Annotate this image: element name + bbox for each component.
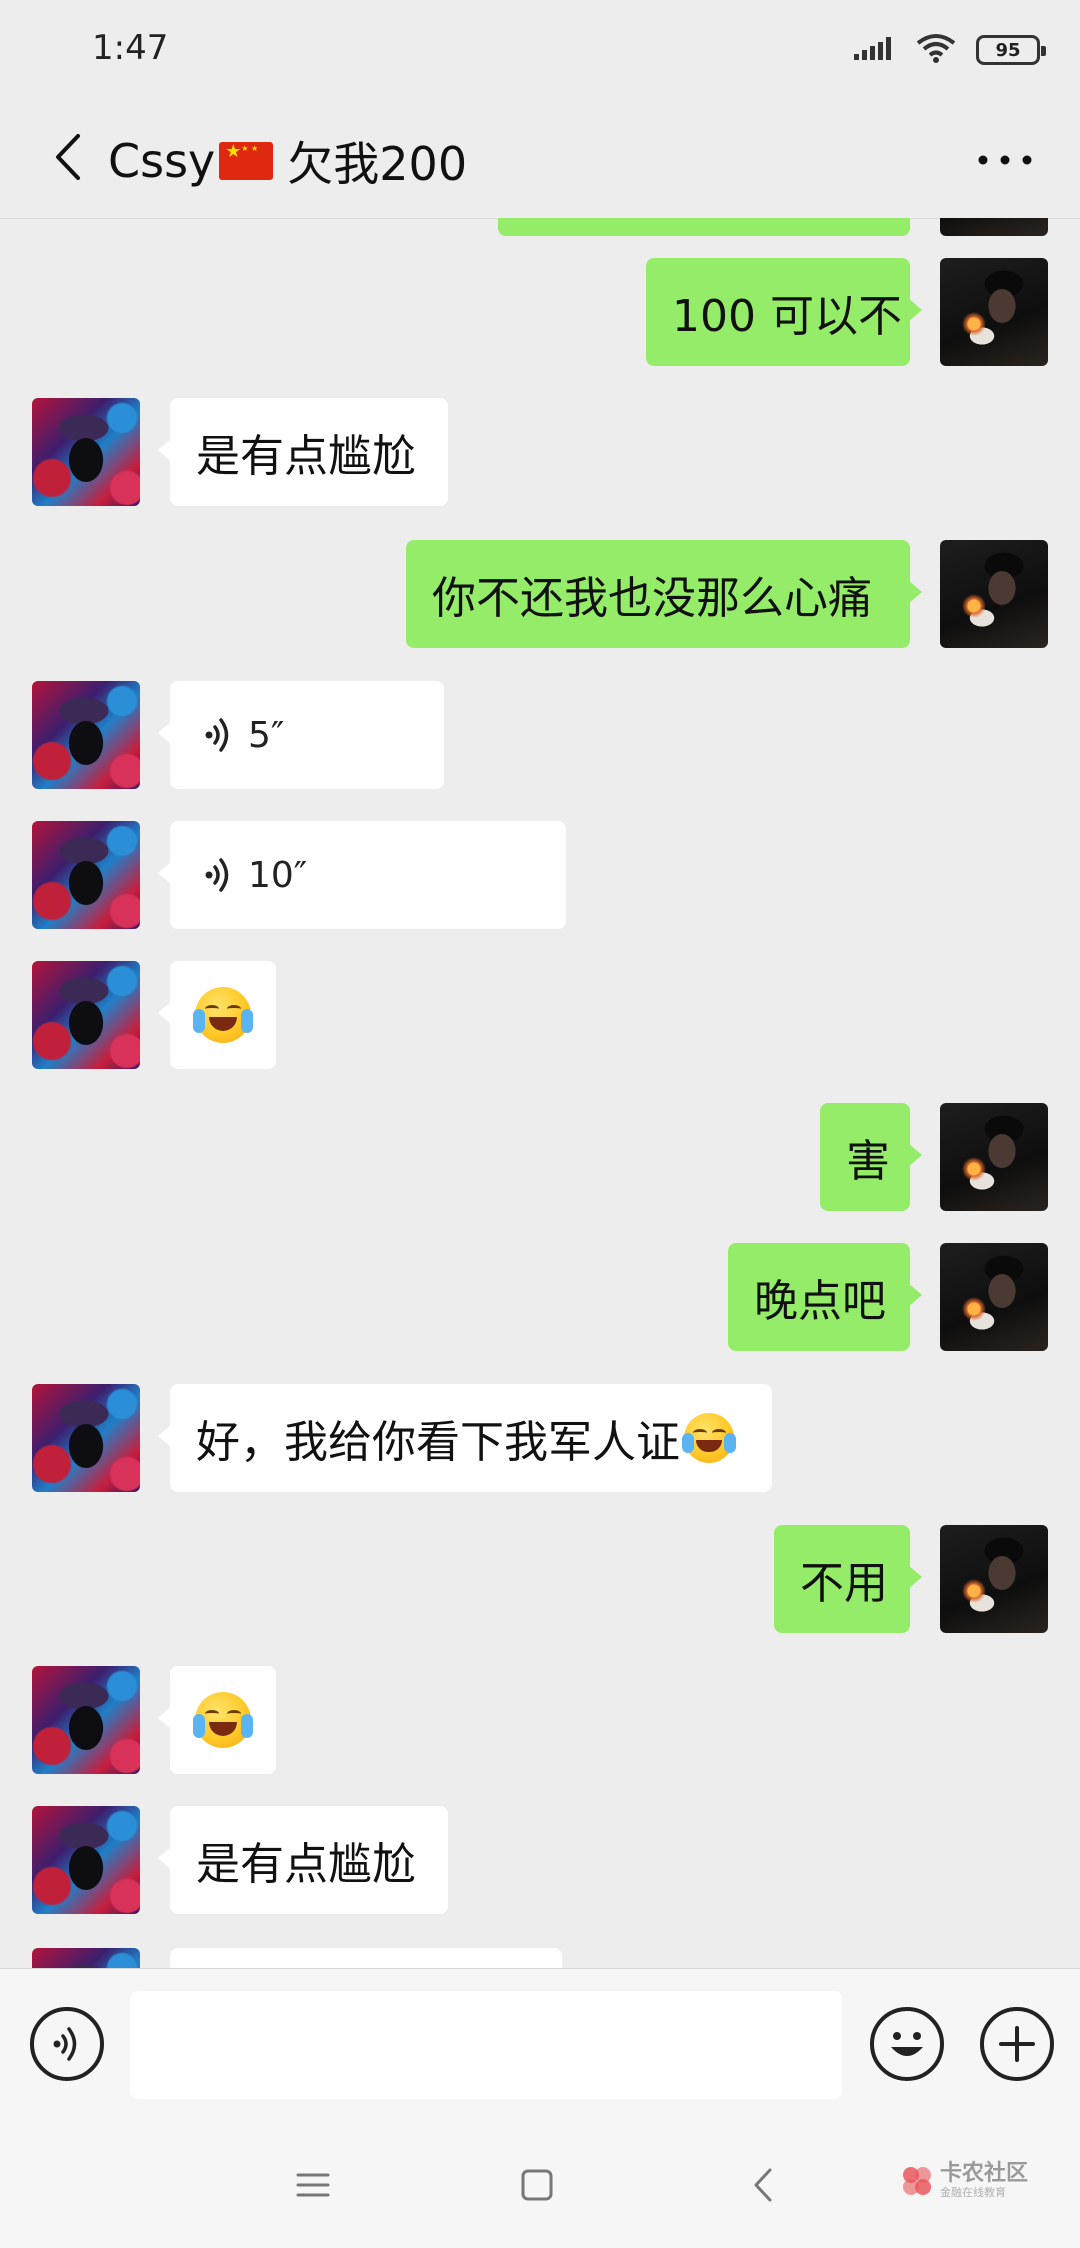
message-input[interactable] xyxy=(130,1991,842,2099)
nav-back-button[interactable] xyxy=(738,2160,788,2210)
smiley-icon xyxy=(891,2032,923,2056)
message-bubble[interactable] xyxy=(158,961,276,1069)
contact-avatar[interactable] xyxy=(32,961,140,1069)
message-bubble[interactable]: 害 xyxy=(820,1103,922,1211)
contact-avatar[interactable] xyxy=(32,398,140,506)
message-bubble[interactable]: 好，我给你看下我军人证 xyxy=(158,1384,772,1492)
voice-duration: 10″ xyxy=(248,854,308,896)
contact-avatar[interactable] xyxy=(32,821,140,929)
contact-avatar[interactable] xyxy=(32,1948,140,1968)
voice-duration: 5″ xyxy=(248,714,285,756)
chevron-left-icon xyxy=(56,134,80,180)
facepalm-laugh-emoji-icon xyxy=(193,987,253,1043)
battery-icon: 95 xyxy=(976,35,1046,65)
status-time: 1:47 xyxy=(92,28,169,68)
home-square-icon xyxy=(521,2169,553,2201)
my-avatar[interactable] xyxy=(940,1525,1048,1633)
more-dots-icon xyxy=(978,155,1032,165)
contact-avatar[interactable] xyxy=(32,1806,140,1914)
message-bubble[interactable] xyxy=(158,1666,276,1774)
status-icons: 95 xyxy=(852,30,1046,70)
contact-avatar[interactable] xyxy=(32,1384,140,1492)
chat-title: Cssy 欠我200 xyxy=(108,128,467,194)
my-avatar[interactable] xyxy=(940,218,1048,236)
contact-avatar[interactable] xyxy=(32,681,140,789)
nav-menu-button[interactable] xyxy=(288,2160,338,2210)
my-avatar[interactable] xyxy=(940,258,1048,366)
contact-remark: 欠我200 xyxy=(287,137,468,191)
contact-avatar[interactable] xyxy=(32,1666,140,1774)
plus-icon xyxy=(999,2026,1035,2062)
input-bar xyxy=(0,1968,1080,2121)
system-nav-bar: 卡农社区 金融在线教育 xyxy=(0,2120,1080,2248)
watermark-title: 卡农社区 xyxy=(940,2161,1029,2186)
message-bubble[interactable]: 100 可以不 xyxy=(646,258,922,366)
message-bubble[interactable] xyxy=(170,1948,562,1968)
chat-header: Cssy 欠我200 xyxy=(0,100,1080,219)
message-bubble[interactable]: 是有点尴尬 xyxy=(158,1806,448,1914)
emoji-button[interactable] xyxy=(870,2007,944,2081)
message-bubble[interactable]: 是有点尴尬 xyxy=(158,398,448,506)
message-bubble[interactable] xyxy=(498,218,910,236)
nav-home-button[interactable] xyxy=(512,2160,562,2210)
watermark-subtitle: 金融在线教育 xyxy=(940,2186,1006,2199)
voice-wave-icon xyxy=(204,715,234,755)
voice-message-bubble[interactable]: 10″ xyxy=(158,821,566,929)
my-avatar[interactable] xyxy=(940,1103,1048,1211)
more-options-button[interactable] xyxy=(970,130,1040,190)
contact-name: Cssy xyxy=(108,134,216,188)
voice-message-bubble[interactable]: 5″ xyxy=(158,681,444,789)
back-button[interactable] xyxy=(32,122,102,192)
wifi-icon xyxy=(916,33,956,67)
message-bubble[interactable]: 晚点吧 xyxy=(728,1243,922,1351)
china-flag-icon xyxy=(219,142,274,180)
voice-wave-icon xyxy=(204,855,234,895)
message-text: 好，我给你看下我军人证 xyxy=(196,1417,680,1468)
watermark: 卡农社区 金融在线教育 xyxy=(900,2162,1028,2200)
facepalm-laugh-emoji-icon xyxy=(193,1692,253,1748)
chevron-left-icon xyxy=(754,2168,772,2202)
message-bubble[interactable]: 你不还我也没那么心痛 xyxy=(406,540,922,648)
kanong-logo-icon xyxy=(903,2167,931,2195)
more-functions-button[interactable] xyxy=(980,2007,1054,2081)
menu-lines-icon xyxy=(296,2173,330,2197)
my-avatar[interactable] xyxy=(940,1243,1048,1351)
voice-input-button[interactable] xyxy=(30,2007,104,2081)
signal-icon xyxy=(852,34,896,66)
facepalm-laugh-emoji-icon xyxy=(682,1413,736,1463)
my-avatar[interactable] xyxy=(940,540,1048,648)
message-bubble[interactable]: 不用 xyxy=(774,1525,922,1633)
message-list[interactable]: 100 可以不 是有点尴尬 你不还我也没那么心痛 5″ 10″ 害 晚点吧 好，… xyxy=(0,218,1080,1968)
voice-wave-icon xyxy=(53,2027,77,2061)
status-bar: 1:47 95 xyxy=(0,0,1080,100)
